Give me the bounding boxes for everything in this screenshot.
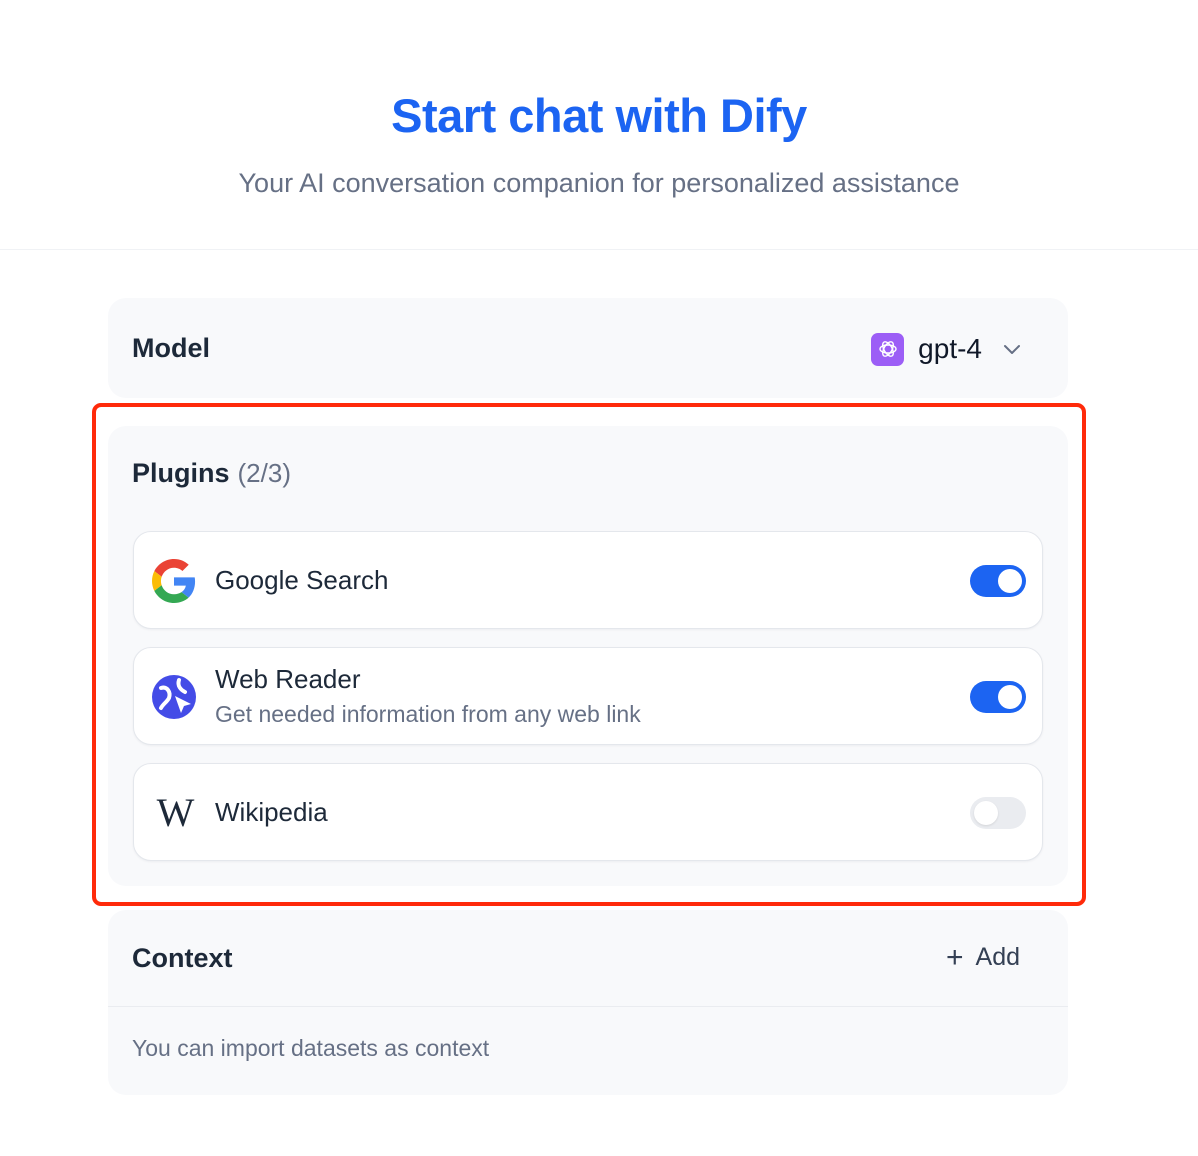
model-card: Model gpt-4 bbox=[108, 298, 1068, 398]
plus-icon: + bbox=[945, 940, 964, 974]
page-header: Start chat with Dify Your AI conversatio… bbox=[0, 0, 1198, 250]
context-card: Context + Add You can import datasets as… bbox=[108, 910, 1068, 1095]
model-name: gpt-4 bbox=[918, 333, 982, 364]
page-title: Start chat with Dify bbox=[391, 89, 807, 142]
add-context-button[interactable]: + Add bbox=[945, 940, 1020, 974]
openai-icon bbox=[871, 332, 905, 366]
page-subtitle: Your AI conversation companion for perso… bbox=[238, 168, 960, 198]
divider bbox=[108, 1006, 1068, 1007]
chevron-down-icon bbox=[1004, 345, 1020, 354]
model-label: Model bbox=[132, 333, 210, 363]
context-description: You can import datasets as context bbox=[132, 1035, 490, 1061]
add-label: Add bbox=[975, 943, 1020, 971]
model-selector[interactable]: gpt-4 bbox=[871, 332, 1024, 366]
plugins-highlight-box bbox=[92, 403, 1086, 906]
context-label: Context bbox=[132, 943, 233, 973]
